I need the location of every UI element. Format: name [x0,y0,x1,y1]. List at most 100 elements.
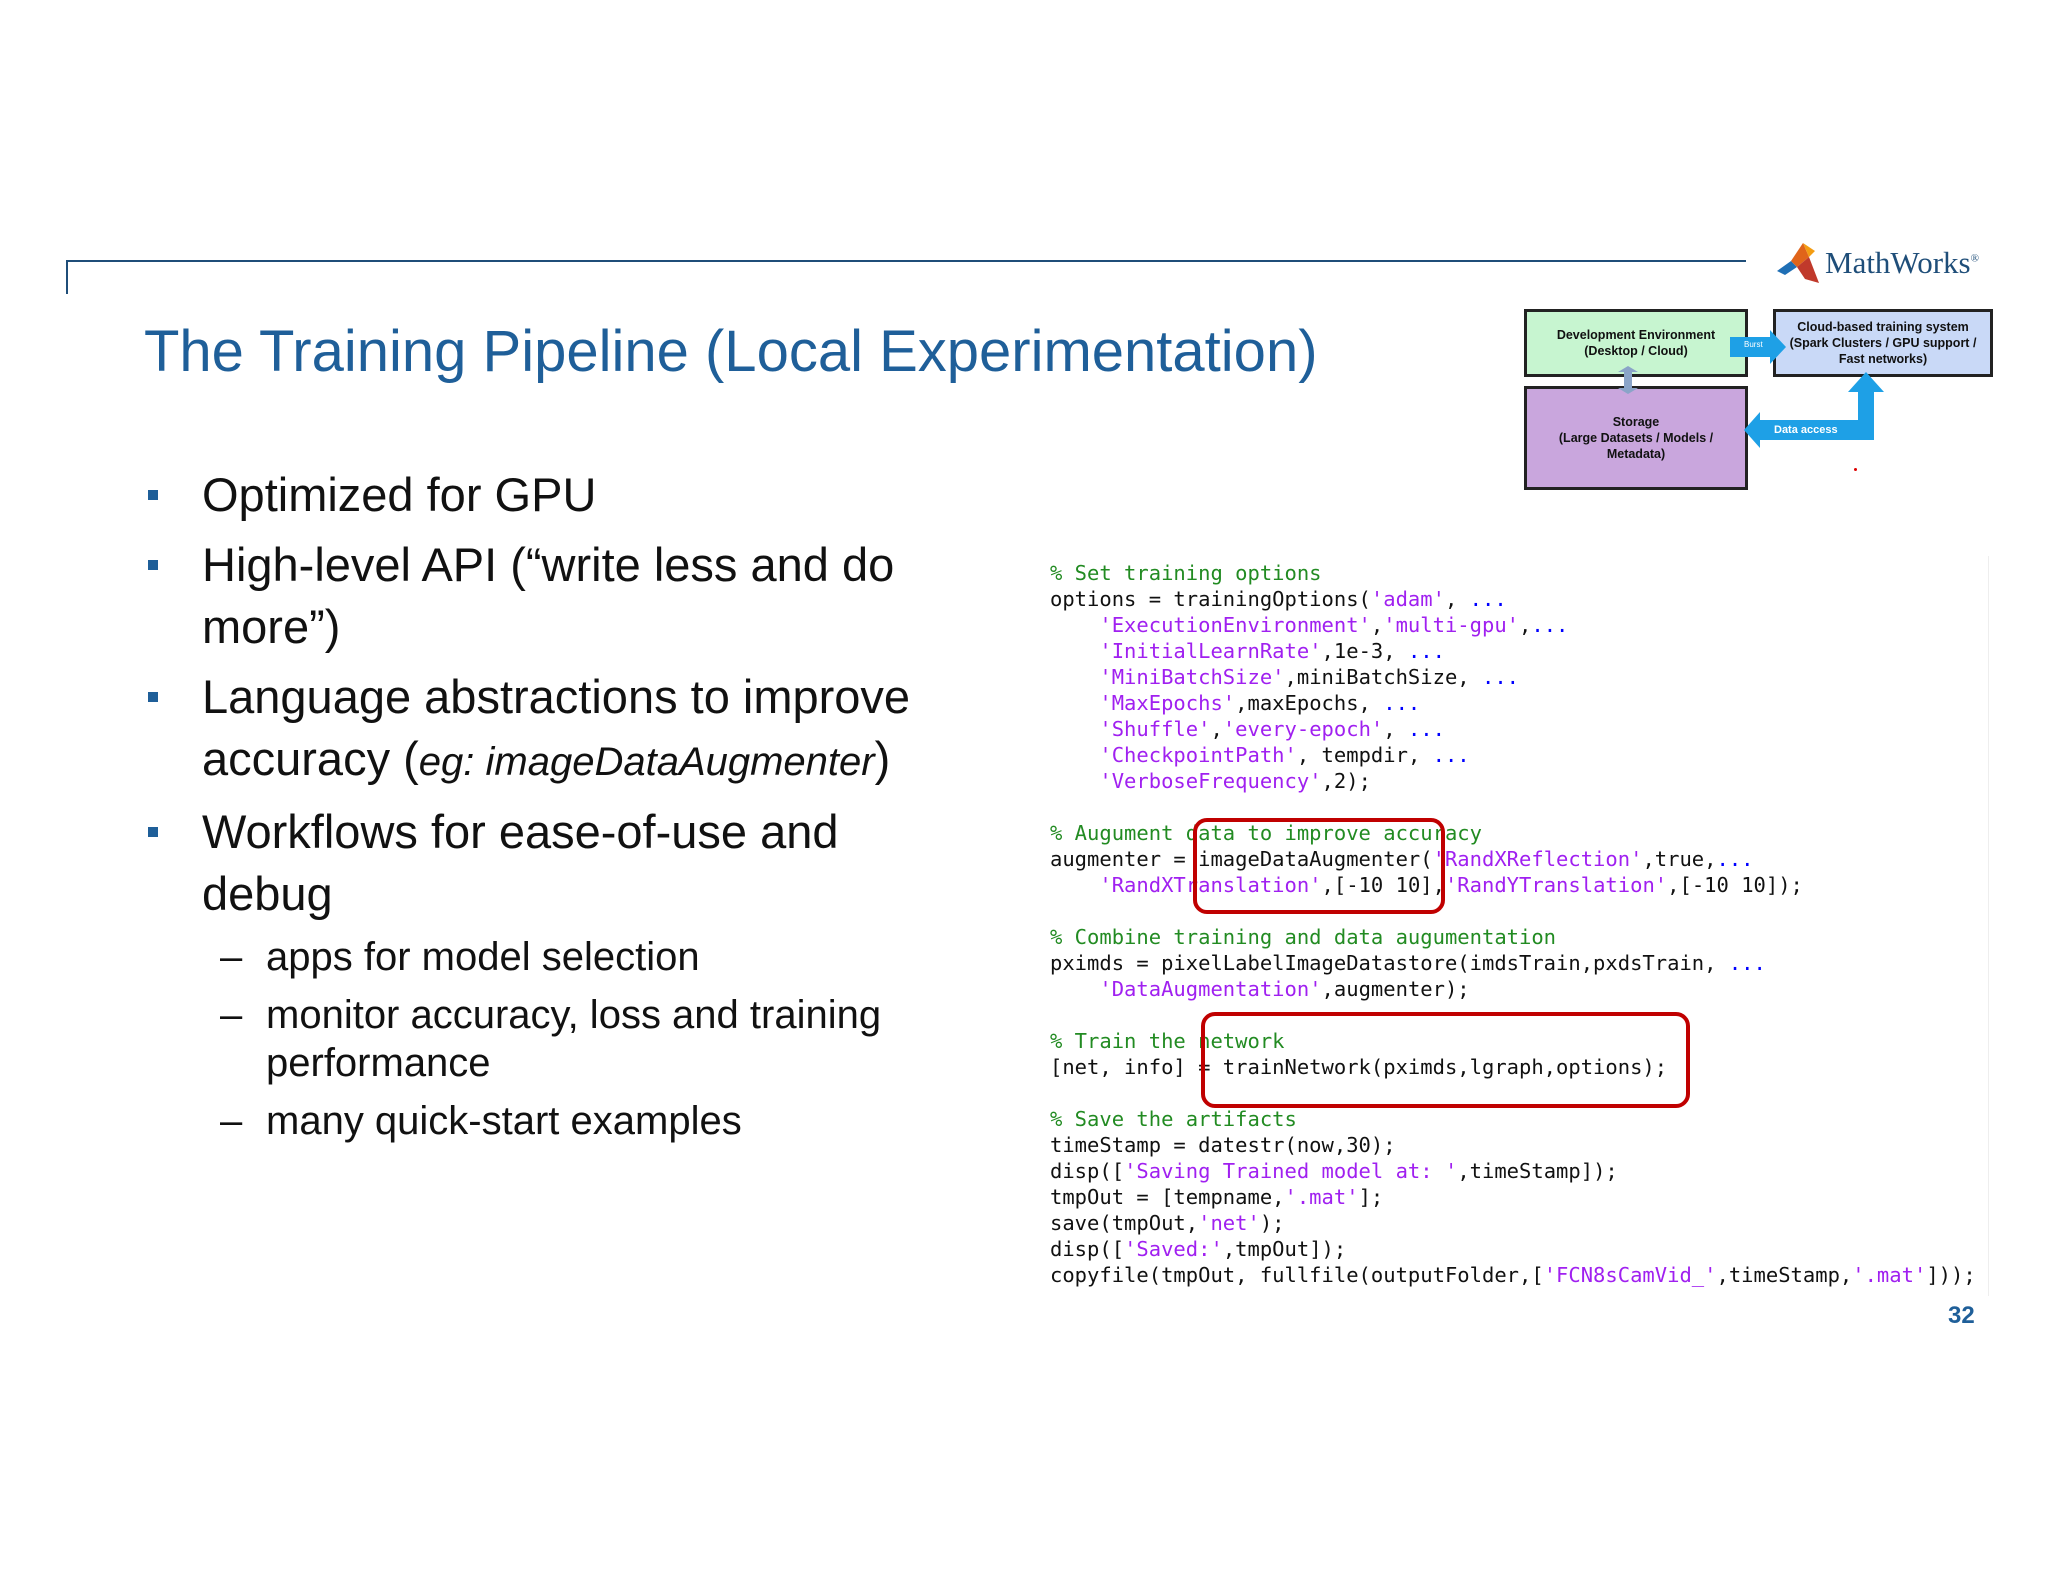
sub-bullet-item: – apps for model selection [144,933,1004,981]
slide: MathWorks® The Training Pipeline (Local … [0,0,2048,1582]
code-string: 'CheckpointPath' [1099,743,1297,767]
code-line: copyfile(tmpOut, fullfile(outputFolder,[… [1050,1262,1976,1288]
sub-bullet-item: – many quick-start examples [144,1097,1004,1145]
code-token: , [1210,717,1223,741]
code-string: 'every-epoch' [1222,717,1384,741]
code-token: ,timeStamp, [1716,1263,1853,1287]
sub-bullet-text: many quick-start examples [266,1099,742,1143]
code-string: 'adam' [1370,587,1445,611]
code-ellipsis: ... [1716,847,1754,871]
code-line: % Augument data to improve accuracy [1050,820,1976,846]
code-block: % Set training options options = training… [1050,560,1976,1288]
code-string: 'DataAugmentation' [1099,977,1322,1001]
code-ellipsis: ... [1531,613,1569,637]
code-token: ); [1259,1211,1285,1235]
code-token: ,augmenter); [1321,977,1470,1001]
code-string: 'RandXReflection' [1432,847,1643,871]
code-ellipsis: ... [1482,665,1520,689]
code-token: , tempdir, [1296,743,1433,767]
bullet-item: High-level API (“write less and do more”… [144,534,1004,658]
dash-icon: – [220,993,243,1037]
bullet-text: Workflows for ease-of-use and [202,805,839,858]
bullet-square-icon [148,827,158,837]
code-ellipsis: ... [1728,951,1766,975]
code-string: '.mat' [1852,1263,1927,1287]
code-panel-edge [1988,556,1989,1296]
code-line: 'CheckpointPath', tempdir, ... [1050,742,1976,768]
code-line: options = trainingOptions('adam', ... [1050,586,1976,612]
code-token: ]; [1358,1185,1384,1209]
bullet-text: High-level API (“write less and do [202,538,895,591]
bullet-list: Optimized for GPU High-level API (“write… [144,464,1004,1155]
bullet-square-icon [148,692,158,702]
code-string: 'MaxEpochs' [1099,691,1236,715]
code-string: 'Shuffle' [1099,717,1211,741]
code-string: 'FCN8sCamVid_' [1543,1263,1717,1287]
highlight-trainnetwork-box [1201,1012,1690,1108]
code-line: 'ExecutionEnvironment','multi-gpu',... [1050,612,1976,638]
bullet-text: ) [874,732,891,785]
code-string: 'InitialLearnRate' [1099,639,1322,663]
bullet-text: more”) [202,600,341,653]
code-token: pximds = pixelLabelImageDatastore(imdsTr… [1050,951,1729,975]
code-string: 'net' [1198,1211,1260,1235]
data-access-arrow-icon [1744,372,1884,448]
code-line: save(tmpOut,'net'); [1050,1210,1976,1236]
bullet-text: Language abstractions to improve [202,670,911,723]
code-token: ,timeStamp]); [1457,1159,1618,1183]
code-token: , [1370,613,1384,637]
code-string: 'Saved:' [1124,1237,1223,1261]
page-number: 32 [1948,1302,1975,1329]
code-token: ,true, [1642,847,1717,871]
code-line: 'MaxEpochs',maxEpochs, ... [1050,690,1976,716]
code-line: 'DataAugmentation',augmenter); [1050,976,1976,1002]
burst-label: Burst [1744,340,1763,349]
code-line: augmenter = imageDataAugmenter('RandXRef… [1050,846,1976,872]
code-token: , [1383,717,1408,741]
code-string: 'RandYTranslation' [1444,873,1668,897]
code-token: tmpOut = [tempname, [1050,1185,1285,1209]
code-ellipsis: ... [1407,717,1445,741]
code-line: % Save the artifacts [1050,1106,1976,1132]
red-dot [1854,468,1857,471]
code-token: ])); [1926,1263,1976,1287]
code-string: '.mat' [1284,1185,1359,1209]
code-token: , [1444,587,1470,611]
code-ellipsis: ... [1383,691,1421,715]
bullet-example-text: eg: imageDataAugmenter [418,740,875,784]
dash-icon: – [220,1099,243,1143]
code-string: 'MiniBatchSize' [1099,665,1285,689]
highlight-augmenter-box [1193,818,1445,914]
code-comment: % Set training options [1050,561,1322,585]
code-token: disp([ [1050,1159,1125,1183]
code-token: ,1e-3, [1321,639,1408,663]
code-comment: % Save the artifacts [1050,1107,1297,1131]
sub-bullet-text: performance [266,1041,491,1085]
code-line: disp(['Saved:',tmpOut]); [1050,1236,1976,1262]
code-ellipsis: ... [1407,639,1445,663]
code-token: , [1519,613,1532,637]
code-line: 'Shuffle','every-epoch', ... [1050,716,1976,742]
code-token: ,[-10 10]); [1667,873,1803,897]
code-string: 'multi-gpu' [1383,613,1520,637]
code-line: disp(['Saving Trained model at: ',timeSt… [1050,1158,1976,1184]
data-access-label: Data access [1774,424,1838,436]
code-string: 'VerboseFrequency' [1099,769,1322,793]
code-string: 'ExecutionEnvironment' [1099,613,1371,637]
bullet-item: Language abstractions to improve accurac… [144,666,1004,793]
code-line: tmpOut = [tempname,'.mat']; [1050,1184,1976,1210]
code-line: 'VerboseFrequency',2); [1050,768,1976,794]
code-token: copyfile(tmpOut, fullfile(outputFolder,[ [1050,1263,1544,1287]
code-token: ,miniBatchSize, [1284,665,1482,689]
dash-icon: – [220,935,243,979]
